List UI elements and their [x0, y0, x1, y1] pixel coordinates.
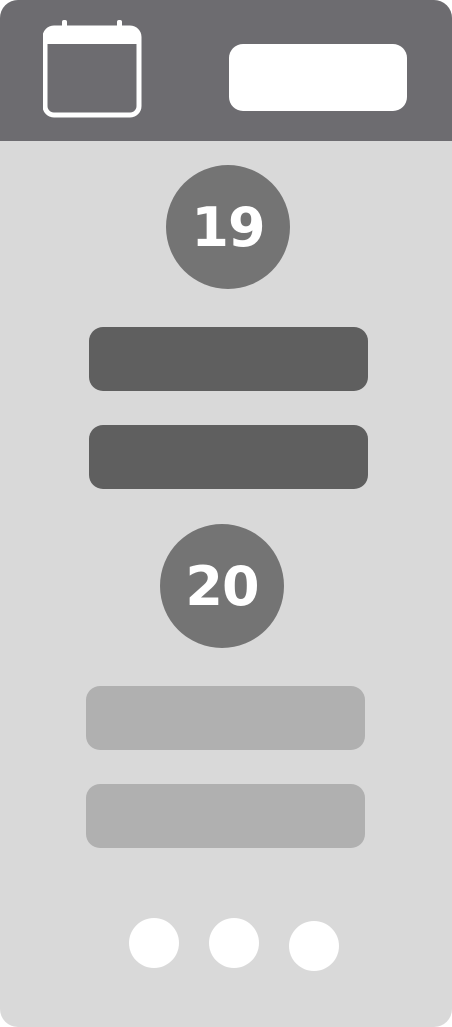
event-card[interactable] [86, 686, 365, 750]
calendar-app: 19 20 [0, 0, 452, 1027]
day-badge-19: 19 [166, 165, 290, 289]
calendar-icon[interactable] [43, 19, 143, 119]
pagination-dot[interactable] [129, 918, 179, 968]
day-number: 19 [191, 195, 265, 259]
event-card[interactable] [89, 425, 368, 489]
header-action-button[interactable] [229, 44, 407, 111]
day-badge-20: 20 [160, 524, 284, 648]
event-card[interactable] [89, 327, 368, 391]
day-number: 20 [185, 554, 259, 618]
header-bar [0, 0, 452, 141]
pagination-dot[interactable] [209, 918, 259, 968]
pagination-dot[interactable] [289, 921, 339, 971]
event-card[interactable] [86, 784, 365, 848]
